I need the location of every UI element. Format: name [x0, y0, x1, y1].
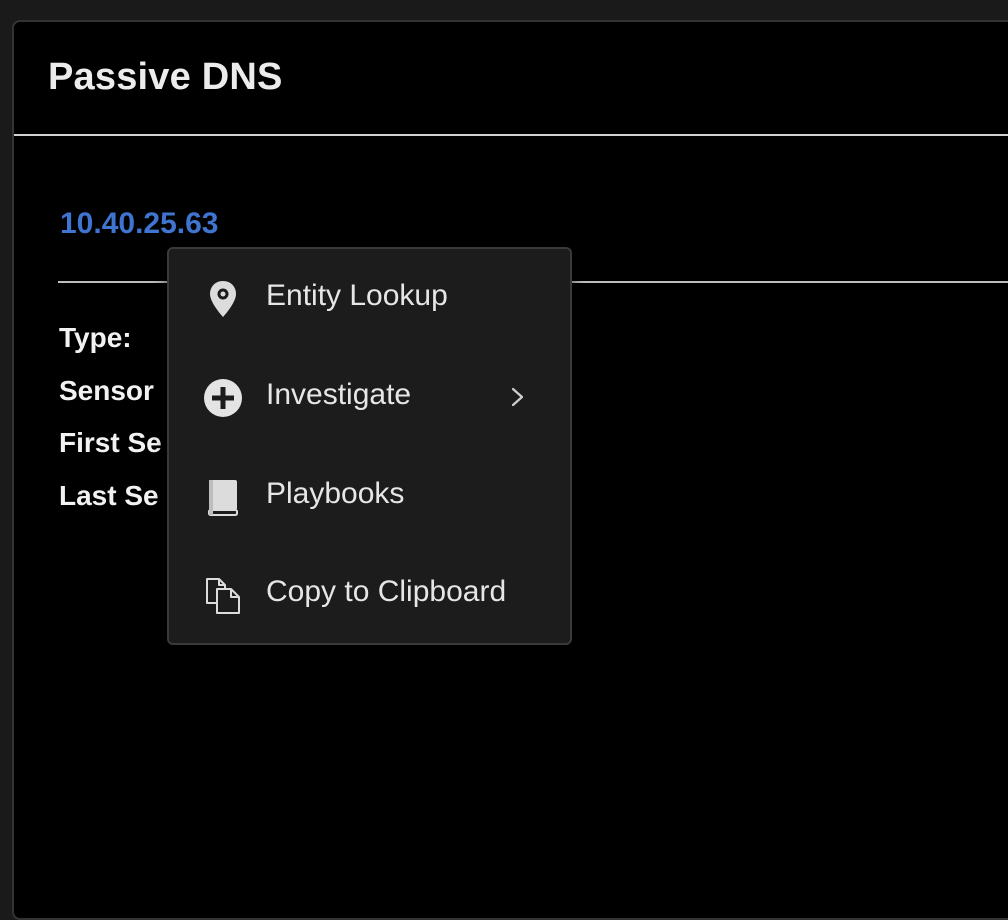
chevron-right-icon: [511, 387, 524, 407]
copy-icon: [206, 578, 240, 614]
menu-item-investigate[interactable]: Investigate: [169, 348, 570, 446]
menu-item-label: Entity Lookup: [266, 279, 448, 312]
menu-item-label: Playbooks: [266, 477, 405, 510]
menu-item-playbooks[interactable]: Playbooks: [169, 447, 570, 545]
header-divider: [14, 134, 1008, 136]
map-pin-icon: [210, 281, 236, 317]
context-menu: Entity Lookup Investigate Playbooks Copy…: [167, 247, 572, 645]
menu-item-label: Copy to Clipboard: [266, 575, 507, 608]
first-seen-label: First Se: [59, 427, 162, 458]
type-label: Type:: [59, 322, 132, 353]
plus-circle-icon: [204, 379, 242, 417]
menu-item-entity-lookup[interactable]: Entity Lookup: [169, 249, 570, 347]
sensor-label: Sensor: [59, 375, 154, 406]
menu-item-label: Investigate: [266, 378, 412, 411]
panel-title: Passive DNS: [48, 56, 283, 98]
menu-item-copy-to-clipboard[interactable]: Copy to Clipboard: [169, 545, 570, 643]
ip-address-link[interactable]: 10.40.25.63: [60, 207, 218, 241]
last-seen-label: Last Se: [59, 480, 159, 511]
book-icon: [208, 480, 238, 516]
